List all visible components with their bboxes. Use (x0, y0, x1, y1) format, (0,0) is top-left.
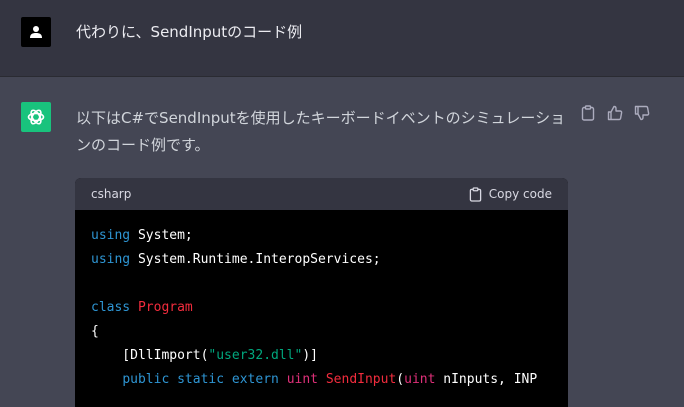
clipboard-icon (581, 105, 595, 121)
code-token: "user32.dll" (208, 348, 303, 363)
copy-message-button[interactable] (579, 104, 597, 122)
code-token: public (122, 372, 170, 387)
openai-logo-icon (27, 109, 45, 125)
code-token: uint (286, 372, 319, 387)
code-language-label: csharp (91, 187, 132, 201)
code-line: [DllImport("user32.dll")] (91, 344, 552, 368)
thumbs-down-button[interactable] (633, 104, 651, 122)
thumbs-up-icon (607, 105, 623, 121)
code-token: { (91, 324, 99, 339)
user-icon (30, 26, 42, 38)
code-token: class (91, 300, 131, 315)
user-message-text: 代わりに、SendInputのコード例 (76, 23, 303, 41)
code-token: [DllImport( (91, 348, 209, 363)
assistant-message-row: 以下はC#でSendInputを使用したキーボードイベントのシミュレーションのコ… (0, 77, 684, 407)
code-token: nInputs, INP (435, 372, 538, 387)
code-token: static (177, 372, 225, 387)
chat-page: 代わりに、SendInputのコード例 以下はC#でSendInputを使用した… (0, 0, 684, 407)
clipboard-icon (469, 186, 482, 202)
assistant-avatar (21, 102, 51, 132)
copy-code-label: Copy code (488, 187, 552, 201)
code-line: public static extern uint SendInput(uint… (91, 368, 552, 392)
code-token: Program (137, 300, 193, 315)
user-message-row: 代わりに、SendInputのコード例 (0, 0, 684, 77)
code-token: uint (404, 372, 436, 387)
code-token: using (91, 228, 131, 243)
code-token: extern (231, 372, 279, 387)
code-block: csharp Copy code using System; using Syst… (75, 178, 568, 407)
code-token: ( (396, 372, 405, 387)
code-line: class Program (91, 296, 552, 320)
copy-code-button[interactable]: Copy code (469, 186, 552, 202)
code-token: System.Runtime.InteropServices; (130, 252, 381, 267)
code-line: using System.Runtime.InteropServices; (91, 248, 552, 272)
code-content[interactable]: using System; using System.Runtime.Intero… (75, 210, 568, 406)
user-avatar (21, 17, 51, 47)
assistant-message-text: 以下はC#でSendInputを使用したキーボードイベントのシミュレーションのコ… (76, 109, 566, 154)
code-token: using (91, 252, 131, 267)
code-token: )] (302, 348, 318, 363)
thumbs-up-button[interactable] (606, 104, 624, 122)
code-line: using System; (91, 224, 552, 248)
message-actions (579, 104, 651, 122)
code-token: System; (130, 228, 193, 243)
code-block-header: csharp Copy code (75, 178, 568, 210)
thumbs-down-icon (634, 105, 650, 121)
code-line: { (91, 320, 552, 344)
code-token: SendInput (325, 372, 397, 387)
